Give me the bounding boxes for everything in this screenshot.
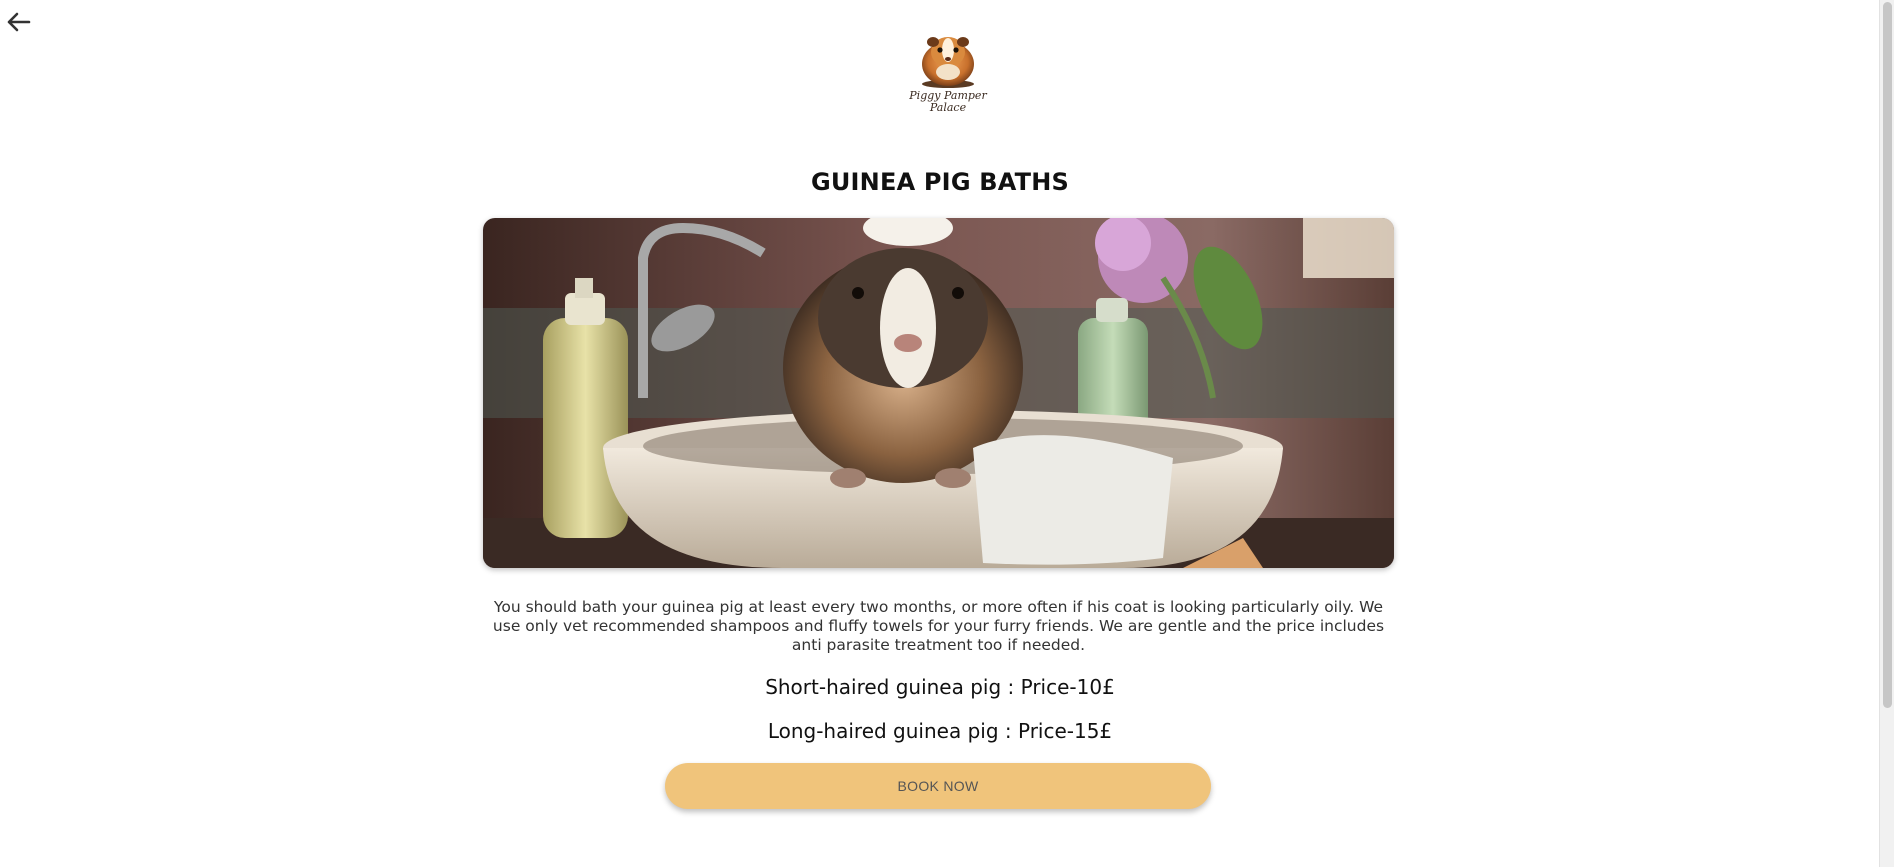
back-button[interactable]	[4, 8, 32, 36]
price-long-haired: Long-haired guinea pig : Price-15£	[767, 719, 1113, 743]
price-short-haired: Short-haired guinea pig : Price-10£	[765, 675, 1115, 699]
arrow-left-icon	[7, 12, 31, 32]
scrollbar-thumb[interactable]	[1883, 2, 1892, 708]
vertical-scrollbar[interactable]	[1879, 0, 1894, 867]
brand-name-line2: Palace	[929, 101, 967, 114]
hero-image	[483, 218, 1394, 568]
page-title: GUINEA PIG BATHS	[810, 168, 1070, 196]
page: Piggy Pamper Palace GUINEA PIG BATHS You…	[0, 0, 1894, 867]
brand-logo[interactable]: Piggy Pamper Palace	[905, 26, 991, 120]
guinea-pig-bath-illustration	[483, 218, 1394, 568]
service-description: You should bath your guinea pig at least…	[492, 598, 1385, 654]
guinea-pig-logo-icon	[922, 37, 974, 88]
book-now-button[interactable]: BOOK NOW	[665, 763, 1211, 809]
